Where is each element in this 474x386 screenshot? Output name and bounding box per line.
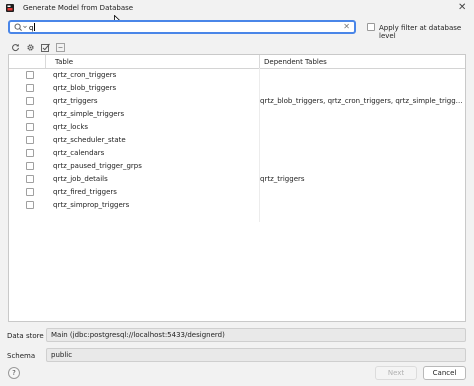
column-header-dependent-tables[interactable]: Dependent Tables: [264, 58, 327, 66]
table-name-cell: qrtz_triggers: [53, 97, 98, 105]
row-checkbox[interactable]: [26, 175, 34, 183]
select-all-icon[interactable]: [41, 43, 50, 52]
table-row[interactable]: qrtz_cron_triggers: [9, 69, 465, 82]
tables-table[interactable]: Table Dependent Tables qrtz_cron_trigger…: [8, 54, 466, 322]
row-checkbox[interactable]: [26, 136, 34, 144]
close-icon[interactable]: ✕: [458, 2, 466, 13]
table-name-cell: qrtz_locks: [53, 123, 89, 131]
schema-value: public: [51, 351, 73, 359]
table-name-cell: qrtz_paused_trigger_grps: [53, 162, 142, 170]
table-row[interactable]: qrtz_blob_triggers: [9, 82, 465, 95]
table-name-cell: qrtz_blob_triggers: [53, 84, 117, 92]
cancel-button[interactable]: Cancel: [423, 366, 466, 380]
dependent-tables-cell: qrtz_blob_triggers, qrtz_cron_triggers, …: [260, 97, 465, 105]
data-store-label: Data store: [7, 332, 44, 340]
apply-filter-label: Apply filter at database level: [379, 24, 462, 40]
table-row[interactable]: qrtz_locks: [9, 121, 465, 134]
search-field[interactable]: q ✕: [8, 20, 356, 34]
apply-filter-checkbox[interactable]: [367, 23, 375, 31]
next-button[interactable]: Next: [375, 366, 417, 380]
settings-icon[interactable]: [26, 43, 35, 52]
table-row[interactable]: qrtz_fired_triggers: [9, 186, 465, 199]
row-checkbox[interactable]: [26, 162, 34, 170]
app-logo-icon: [6, 4, 14, 12]
column-header-table[interactable]: Table: [55, 58, 73, 66]
title-bar: Generate Model from Database ✕: [0, 0, 474, 16]
row-checkbox[interactable]: [26, 71, 34, 79]
table-name-cell: qrtz_scheduler_state: [53, 136, 126, 144]
deselect-all-icon[interactable]: [56, 43, 65, 52]
table-name-cell: qrtz_cron_triggers: [53, 71, 117, 79]
table-name-cell: qrtz_job_details: [53, 175, 108, 183]
table-name-cell: qrtz_fired_triggers: [53, 188, 117, 196]
row-checkbox[interactable]: [26, 97, 34, 105]
row-checkbox[interactable]: [26, 201, 34, 209]
table-row[interactable]: qrtz_simple_triggers: [9, 108, 465, 121]
header-divider: [45, 55, 46, 68]
search-input[interactable]: q: [29, 23, 35, 32]
schema-field[interactable]: public: [46, 348, 466, 362]
table-row[interactable]: qrtz_simprop_triggers: [9, 199, 465, 212]
row-checkbox[interactable]: [26, 84, 34, 92]
table-header: Table Dependent Tables: [9, 55, 465, 69]
data-store-value: Main (jdbc:postgresql://localhost:5433/d…: [51, 331, 225, 339]
refresh-icon[interactable]: [11, 43, 20, 52]
table-row[interactable]: qrtz_calendars: [9, 147, 465, 160]
clear-search-icon[interactable]: ✕: [343, 22, 350, 31]
table-row[interactable]: qrtz_scheduler_state: [9, 134, 465, 147]
table-row[interactable]: qrtz_triggers qrtz_blob_triggers, qrtz_c…: [9, 95, 465, 108]
window-title: Generate Model from Database: [23, 4, 134, 12]
table-name-cell: qrtz_simple_triggers: [53, 110, 125, 118]
row-checkbox[interactable]: [26, 149, 34, 157]
table-name-cell: qrtz_simprop_triggers: [53, 201, 130, 209]
row-checkbox[interactable]: [26, 110, 34, 118]
header-divider: [259, 55, 260, 68]
search-icon: [14, 23, 28, 32]
table-name-cell: qrtz_calendars: [53, 149, 105, 157]
table-row[interactable]: qrtz_job_details qrtz_triggers: [9, 173, 465, 186]
row-checkbox[interactable]: [26, 123, 34, 131]
row-checkbox[interactable]: [26, 188, 34, 196]
help-button[interactable]: ?: [8, 367, 20, 379]
schema-label: Schema: [7, 352, 36, 360]
table-row[interactable]: qrtz_paused_trigger_grps: [9, 160, 465, 173]
data-store-field[interactable]: Main (jdbc:postgresql://localhost:5433/d…: [46, 328, 466, 342]
dependent-tables-cell: qrtz_triggers: [260, 175, 305, 183]
